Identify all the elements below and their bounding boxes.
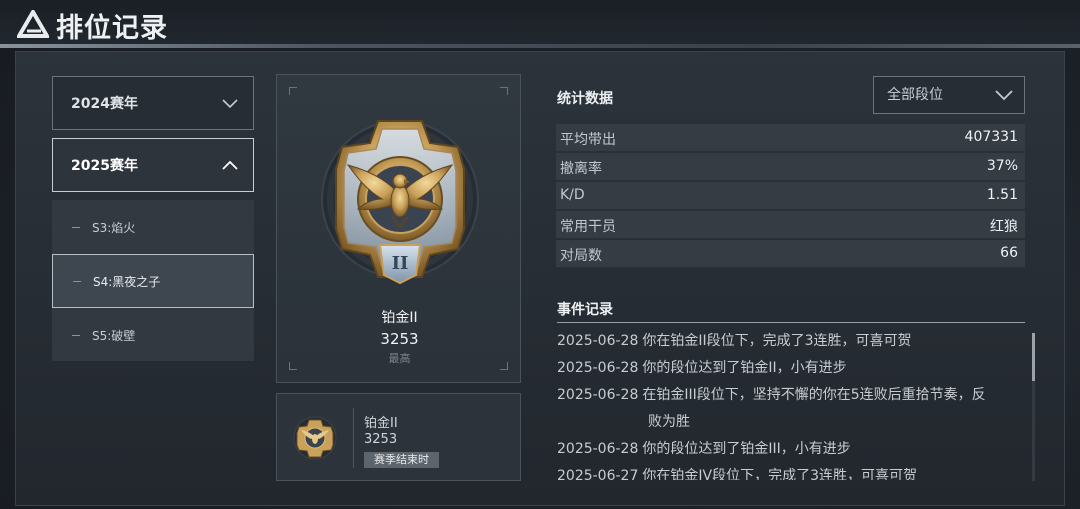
chevron-up-icon xyxy=(222,160,238,170)
events-scrollbar-thumb[interactable] xyxy=(1032,333,1035,381)
event-date: 2025-06-28 xyxy=(557,441,639,457)
season-end-rank-name: 铂金II xyxy=(364,416,398,431)
season-item-s4[interactable]: S4:黑夜之子 xyxy=(52,254,254,308)
stat-row: 撤离率 37% xyxy=(556,153,1025,181)
year-label: 2024赛年 xyxy=(71,96,138,112)
stat-label: 对局数 xyxy=(560,248,602,264)
season-end-card: 铂金II 3253 赛季结束时 xyxy=(276,393,521,481)
event-item: 2025-06-28 你的段位达到了铂金II，小有进步 xyxy=(557,355,1017,382)
stat-row: 常用干员 红狼 xyxy=(556,211,1025,239)
dash-icon xyxy=(73,280,81,282)
stat-label: 平均带出 xyxy=(560,132,616,148)
event-text: 你的段位达到了铂金II，小有进步 xyxy=(642,360,847,376)
corner-decoration xyxy=(289,87,297,95)
season-label: S3:焰火 xyxy=(92,220,136,235)
year-label: 2025赛年 xyxy=(71,158,138,174)
event-date: 2025-06-27 xyxy=(557,468,639,480)
event-text: 你在铂金IV段位下，完成了3连胜，可喜可贺 xyxy=(642,468,917,480)
stat-value: 66 xyxy=(1000,245,1018,261)
stat-value: 红狼 xyxy=(990,219,1018,235)
event-item: 2025-06-28 在铂金III段位下，坚持不懈的你在5连败后重拾节奏，反 败为… xyxy=(557,382,1017,436)
event-date: 2025-06-28 xyxy=(557,333,639,349)
year-2024-toggle[interactable]: 2024赛年 xyxy=(52,76,254,130)
event-text: 在铂金III段位下，坚持不懈的你在5连败后重拾节奏，反 xyxy=(642,387,986,403)
svg-text:II: II xyxy=(392,253,409,274)
rank-score: 3253 xyxy=(380,330,419,348)
corner-decoration xyxy=(500,87,508,95)
stat-value: 37% xyxy=(986,158,1018,174)
header-divider xyxy=(0,44,1080,48)
events-title: 事件记录 xyxy=(557,302,613,318)
stat-value: 407331 xyxy=(964,129,1018,145)
stat-label: K/D xyxy=(560,187,585,203)
stat-label: 常用干员 xyxy=(560,219,616,235)
event-item: 2025-06-28 你的段位达到了铂金III，小有进步 xyxy=(557,436,1017,463)
stat-label: 撤离率 xyxy=(560,161,602,177)
season-end-score: 3253 xyxy=(364,432,398,447)
page-title: 排位记录 xyxy=(56,13,168,44)
platinum-eagle-medal-icon: II xyxy=(321,120,479,285)
divider xyxy=(353,408,354,468)
stat-value: 1.51 xyxy=(986,187,1018,203)
stat-row: K/D 1.51 xyxy=(556,182,1025,210)
chevron-down-icon xyxy=(995,90,1013,101)
stat-row: 平均带出 407331 xyxy=(556,124,1025,152)
rank-note: 最高 xyxy=(388,352,411,365)
events-list[interactable]: 2025-06-28 你在铂金II段位下，完成了3连胜，可喜可贺 2025-06-… xyxy=(557,328,1017,480)
season-item-s3[interactable]: S3:焰火 xyxy=(52,200,254,254)
rank-medal-card: II 铂金II 3253 最高 xyxy=(276,74,521,383)
events-divider xyxy=(557,322,1025,323)
chevron-down-icon xyxy=(222,99,238,109)
season-list: S3:焰火 S4:黑夜之子 S5:破壁 xyxy=(52,200,254,361)
dash-icon xyxy=(72,226,80,228)
dash-icon xyxy=(72,334,80,336)
event-item: 2025-06-27 你在铂金IV段位下，完成了3连胜，可喜可贺 xyxy=(557,463,1017,480)
season-item-s5[interactable]: S5:破壁 xyxy=(52,308,254,362)
header: 排位记录 xyxy=(0,0,1080,48)
stat-row: 对局数 66 xyxy=(556,240,1025,268)
event-text: 你的段位达到了铂金III，小有进步 xyxy=(642,441,851,457)
app-logo-icon xyxy=(17,10,49,38)
season-label: S5:破壁 xyxy=(92,328,136,343)
season-label: S4:黑夜之子 xyxy=(93,274,161,289)
season-end-badge: 赛季结束时 xyxy=(364,452,439,468)
event-text: 你在铂金II段位下，完成了3连胜，可喜可贺 xyxy=(642,333,912,349)
rank-name: 铂金II xyxy=(381,310,418,326)
event-date: 2025-06-28 xyxy=(557,360,639,376)
event-date: 2025-06-28 xyxy=(557,387,639,403)
stats-title: 统计数据 xyxy=(557,91,613,107)
platinum-medal-small-icon xyxy=(293,416,337,460)
rank-filter-dropdown[interactable]: 全部段位 xyxy=(873,76,1025,114)
event-item: 2025-06-28 你在铂金II段位下，完成了3连胜，可喜可贺 xyxy=(557,328,1017,355)
filter-value: 全部段位 xyxy=(887,87,943,103)
event-text-continued: 败为胜 xyxy=(648,414,690,430)
year-2025-toggle[interactable]: 2025赛年 xyxy=(52,138,254,192)
